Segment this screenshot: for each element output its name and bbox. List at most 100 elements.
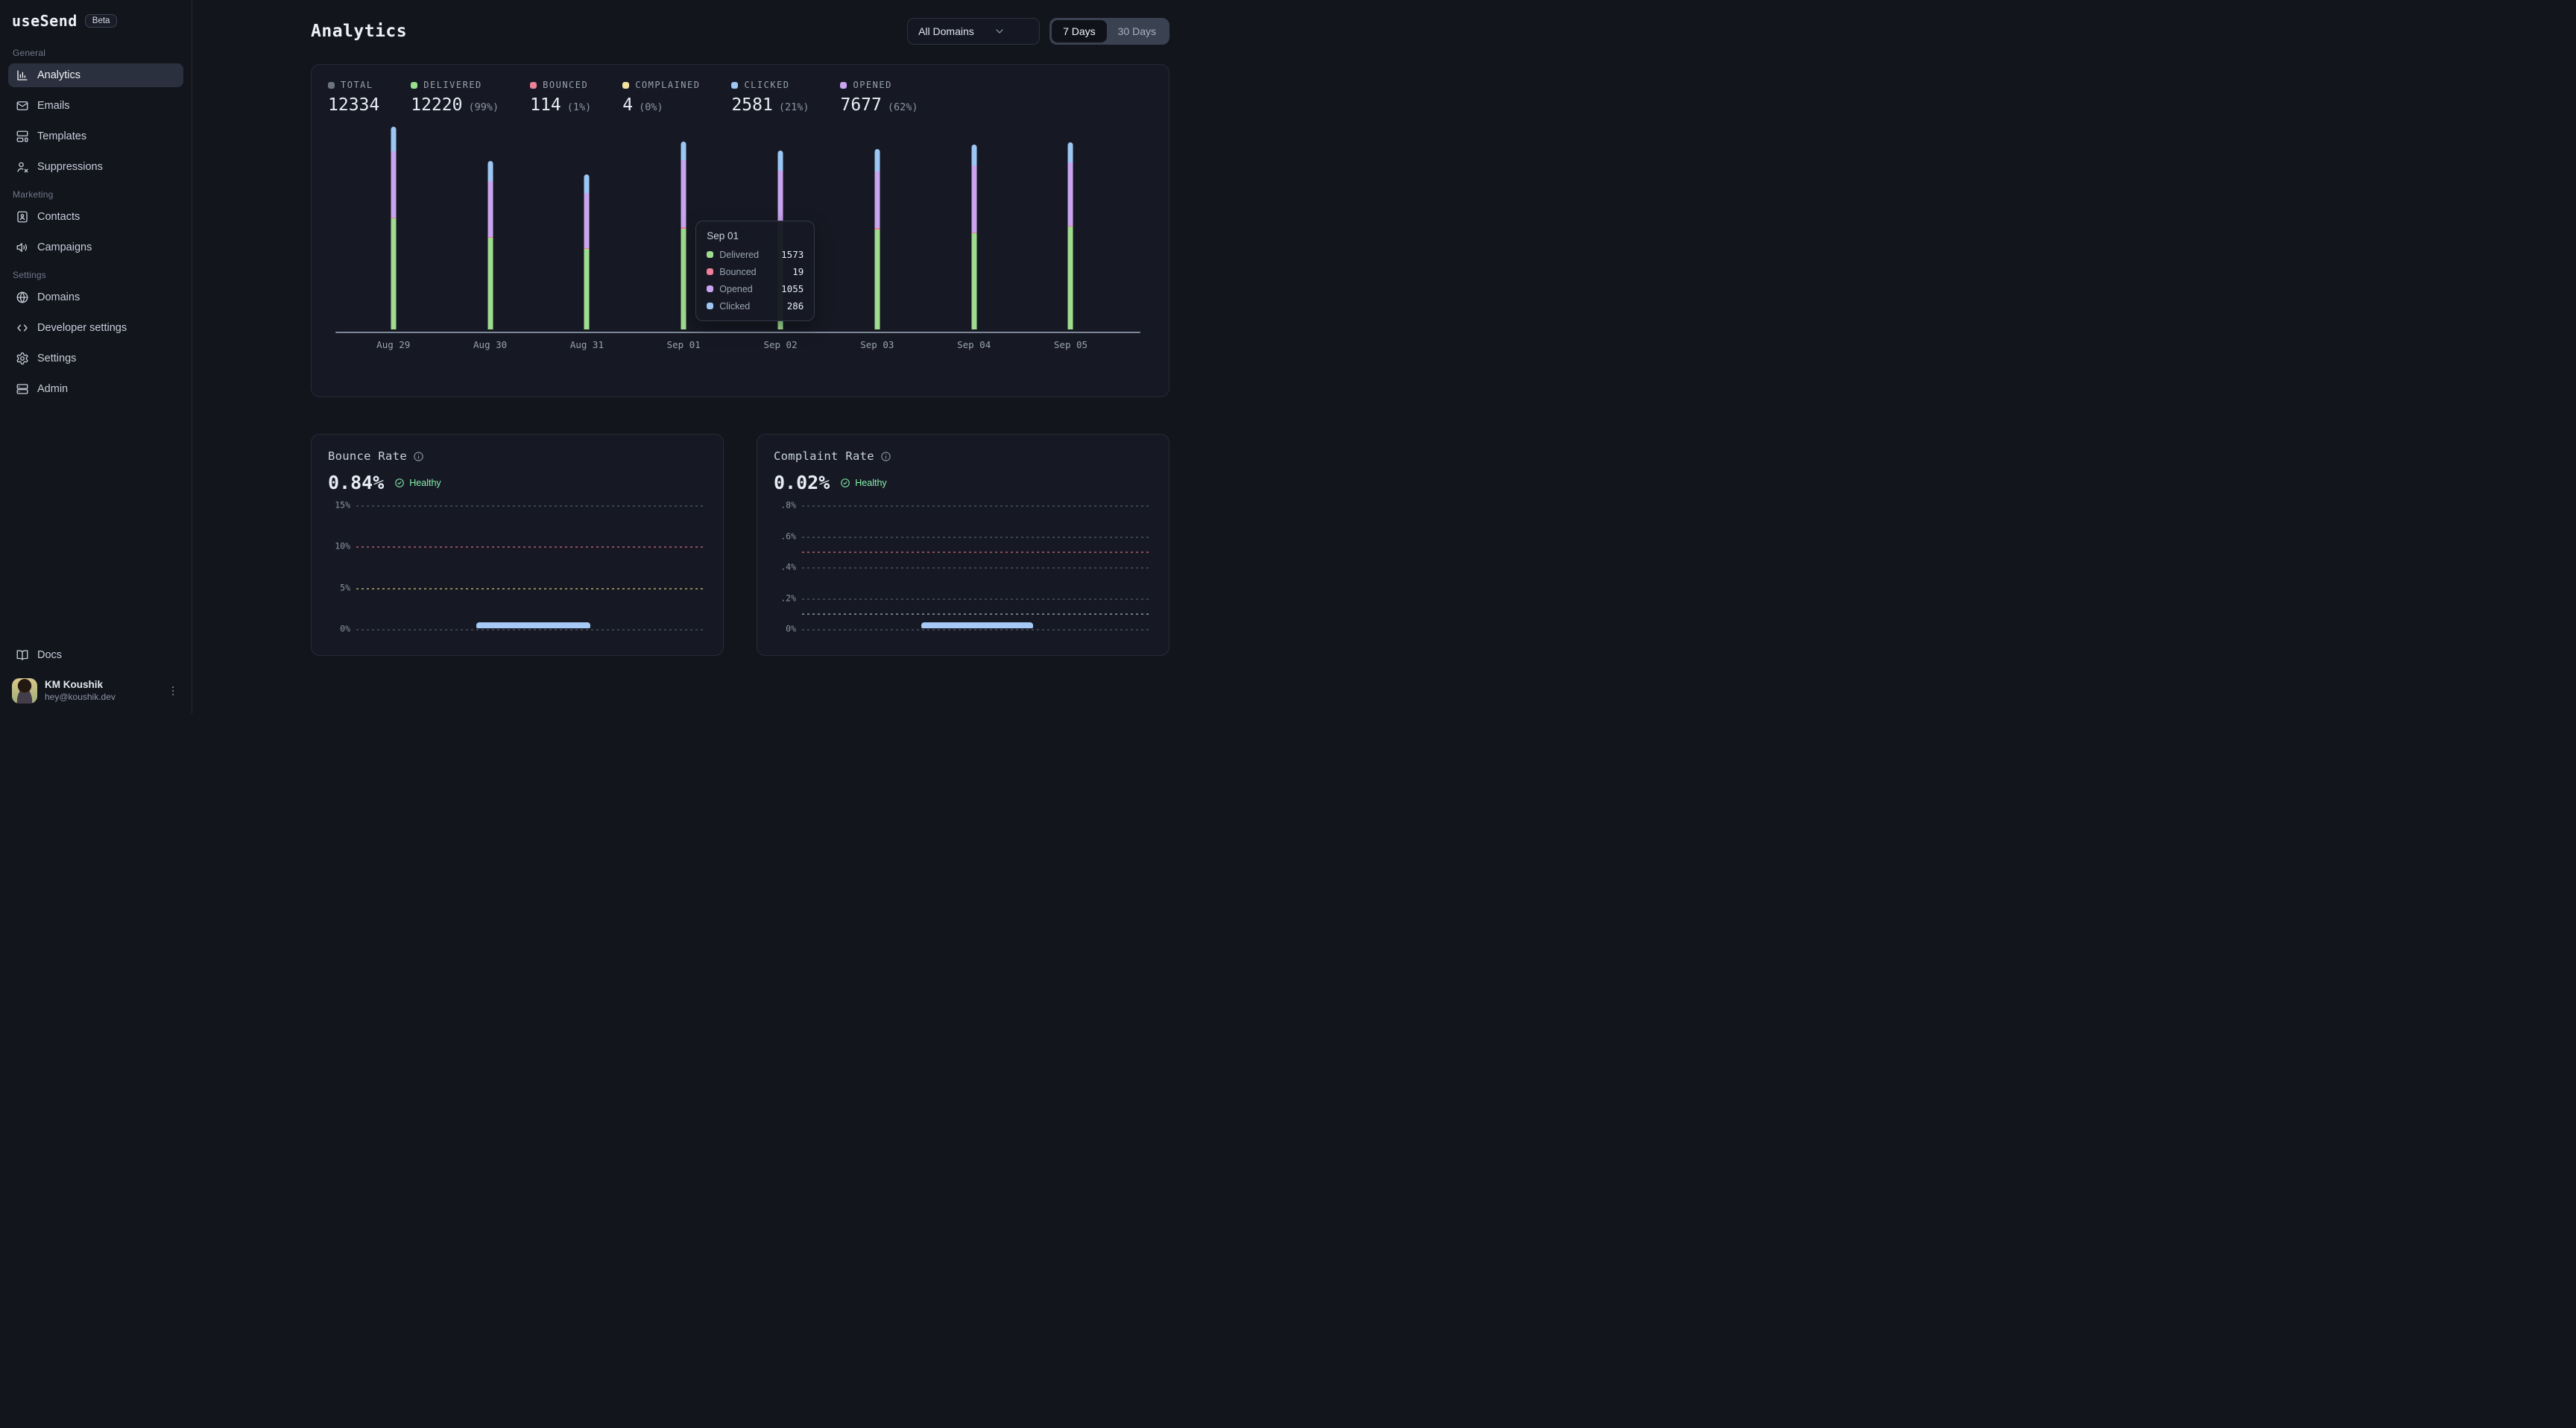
y-tick-label: 0% — [774, 623, 796, 634]
stat-dot-bounced — [530, 82, 537, 89]
bar-segment-delivered — [487, 238, 493, 329]
x-tick-label: Sep 05 — [1054, 339, 1087, 350]
gridline — [802, 598, 1151, 600]
gridline — [802, 613, 1151, 615]
gridline — [802, 629, 1151, 631]
user-menu-kebab-icon[interactable] — [166, 684, 180, 698]
stat-label: CLICKED — [744, 80, 789, 90]
tooltip-value: 19 — [792, 266, 804, 277]
bar-segment-opened — [391, 151, 396, 218]
user-row[interactable]: KM Koushik hey@koushik.dev — [8, 674, 183, 704]
mail-icon — [16, 99, 29, 113]
x-axis-labels: Aug 29Aug 30Aug 31Sep 01Sep 02Sep 03Sep … — [335, 339, 1140, 351]
stacked-bar-aug-29[interactable] — [391, 127, 396, 329]
sidebar-item-contacts[interactable]: Contacts — [8, 205, 183, 229]
stat-value: 12334 — [328, 95, 379, 115]
sidebar-item-settings[interactable]: Settings — [8, 347, 183, 370]
sidebar-item-domains[interactable]: Domains — [8, 285, 183, 309]
stat-opened: OPENED7677(62%) — [840, 80, 918, 115]
sidebar: useSend Beta GeneralAnalyticsEmailsTempl… — [0, 0, 192, 714]
stat-percent: (62%) — [888, 101, 918, 113]
complaint-rate-bar[interactable] — [921, 622, 1033, 628]
y-tick-label: 5% — [328, 582, 350, 593]
stacked-bar-aug-30[interactable] — [487, 161, 493, 329]
logo-row: useSend Beta — [8, 9, 183, 37]
bounce-rate-value: 0.84% — [328, 472, 384, 493]
globe-icon — [16, 291, 29, 304]
y-tick-label: 10% — [328, 540, 350, 551]
complaint-rate-chart: .8%.6%.4%.2%0% — [774, 505, 1152, 639]
bounce-rate-title: Bounce Rate — [328, 449, 407, 463]
stacked-bar-sep-03[interactable] — [874, 149, 880, 329]
info-icon[interactable] — [413, 451, 424, 462]
docs-label: Docs — [37, 649, 62, 661]
info-icon[interactable] — [880, 451, 891, 462]
tooltip-row-clicked: Clicked 286 — [707, 300, 804, 312]
tooltip-row-delivered: Delivered1573 — [707, 249, 804, 260]
stat-percent: (1%) — [567, 101, 592, 113]
y-tick-label: .2% — [774, 593, 796, 603]
sidebar-item-suppressions[interactable]: Suppressions — [8, 155, 183, 179]
stat-label: COMPLAINED — [635, 80, 700, 90]
range-30-days[interactable]: 30 Days — [1107, 20, 1167, 42]
healthy-badge: Healthy — [840, 478, 886, 488]
domain-filter-select[interactable]: All Domains — [907, 18, 1040, 45]
stacked-bar-sep-05[interactable] — [1068, 142, 1073, 329]
stat-label: DELIVERED — [423, 80, 482, 90]
sidebar-item-label: Settings — [37, 353, 76, 364]
user-email: hey@koushik.dev — [45, 692, 116, 703]
stats-row: TOTAL12334DELIVERED12220(99%)BOUNCED114(… — [328, 80, 1152, 115]
sidebar-item-emails[interactable]: Emails — [8, 94, 183, 118]
sidebar-item-developer-settings[interactable]: Developer settings — [8, 316, 183, 340]
stat-complained: COMPLAINED4(0%) — [622, 80, 700, 115]
stat-clicked: CLICKED2581(21%) — [731, 80, 809, 115]
bounce-rate-card: Bounce Rate0.84%Healthy15%10%5%0% — [311, 434, 724, 656]
sidebar-item-admin[interactable]: Admin — [8, 377, 183, 401]
user-info: KM Koushik hey@koushik.dev — [45, 679, 116, 703]
gridline — [802, 552, 1151, 553]
sidebar-item-label: Suppressions — [37, 161, 103, 173]
range-7-days[interactable]: 7 Days — [1052, 20, 1107, 42]
stat-dot-complained — [622, 82, 629, 89]
gridline — [802, 567, 1151, 569]
sidebar-item-label: Analytics — [37, 69, 80, 81]
bounce-rate-bar[interactable] — [476, 622, 590, 628]
tooltip-value: 286 — [787, 300, 804, 312]
y-tick-label: 0% — [328, 623, 350, 634]
tooltip-label: Clicked — [719, 301, 780, 312]
tooltip-row-opened: Opened1055 — [707, 283, 804, 294]
bar-segment-opened — [1068, 162, 1073, 226]
email-events-card: TOTAL12334DELIVERED12220(99%)BOUNCED114(… — [311, 64, 1169, 397]
bar-chart-icon — [16, 69, 29, 82]
bar-segment-delivered — [584, 249, 590, 329]
sidebar-item-campaigns[interactable]: Campaigns — [8, 236, 183, 259]
stat-delivered: DELIVERED12220(99%) — [411, 80, 499, 115]
stat-value: 4 — [622, 95, 633, 115]
gridline — [802, 505, 1151, 507]
gridline — [356, 546, 705, 548]
bar-segment-opened — [487, 181, 493, 237]
x-tick-label: Sep 03 — [860, 339, 894, 350]
stat-percent: (99%) — [469, 101, 499, 113]
sidebar-nav: GeneralAnalyticsEmailsTemplatesSuppressi… — [8, 37, 183, 408]
sidebar-spacer — [8, 408, 183, 643]
stacked-bar-sep-01[interactable] — [681, 142, 686, 329]
chevron-down-icon — [994, 25, 1006, 37]
sidebar-item-analytics[interactable]: Analytics — [8, 63, 183, 87]
x-axis-line — [335, 332, 1140, 333]
x-tick-label: Aug 30 — [473, 339, 507, 350]
stacked-bar-aug-31[interactable] — [584, 174, 590, 329]
healthy-label: Healthy — [409, 478, 441, 488]
sidebar-item-docs[interactable]: Docs — [8, 643, 183, 667]
stacked-bar-sep-04[interactable] — [971, 145, 976, 329]
gridline — [356, 505, 705, 507]
stat-label: OPENED — [853, 80, 891, 90]
bar-segment-opened — [971, 165, 976, 233]
tooltip-dot — [707, 268, 713, 275]
page-title: Analytics — [311, 22, 407, 41]
bar-segment-delivered — [1068, 227, 1073, 329]
sidebar-item-label: Templates — [37, 130, 86, 142]
sidebar-item-templates[interactable]: Templates — [8, 124, 183, 148]
bar-segment-clicked — [681, 142, 686, 160]
book-open-icon — [16, 648, 29, 662]
